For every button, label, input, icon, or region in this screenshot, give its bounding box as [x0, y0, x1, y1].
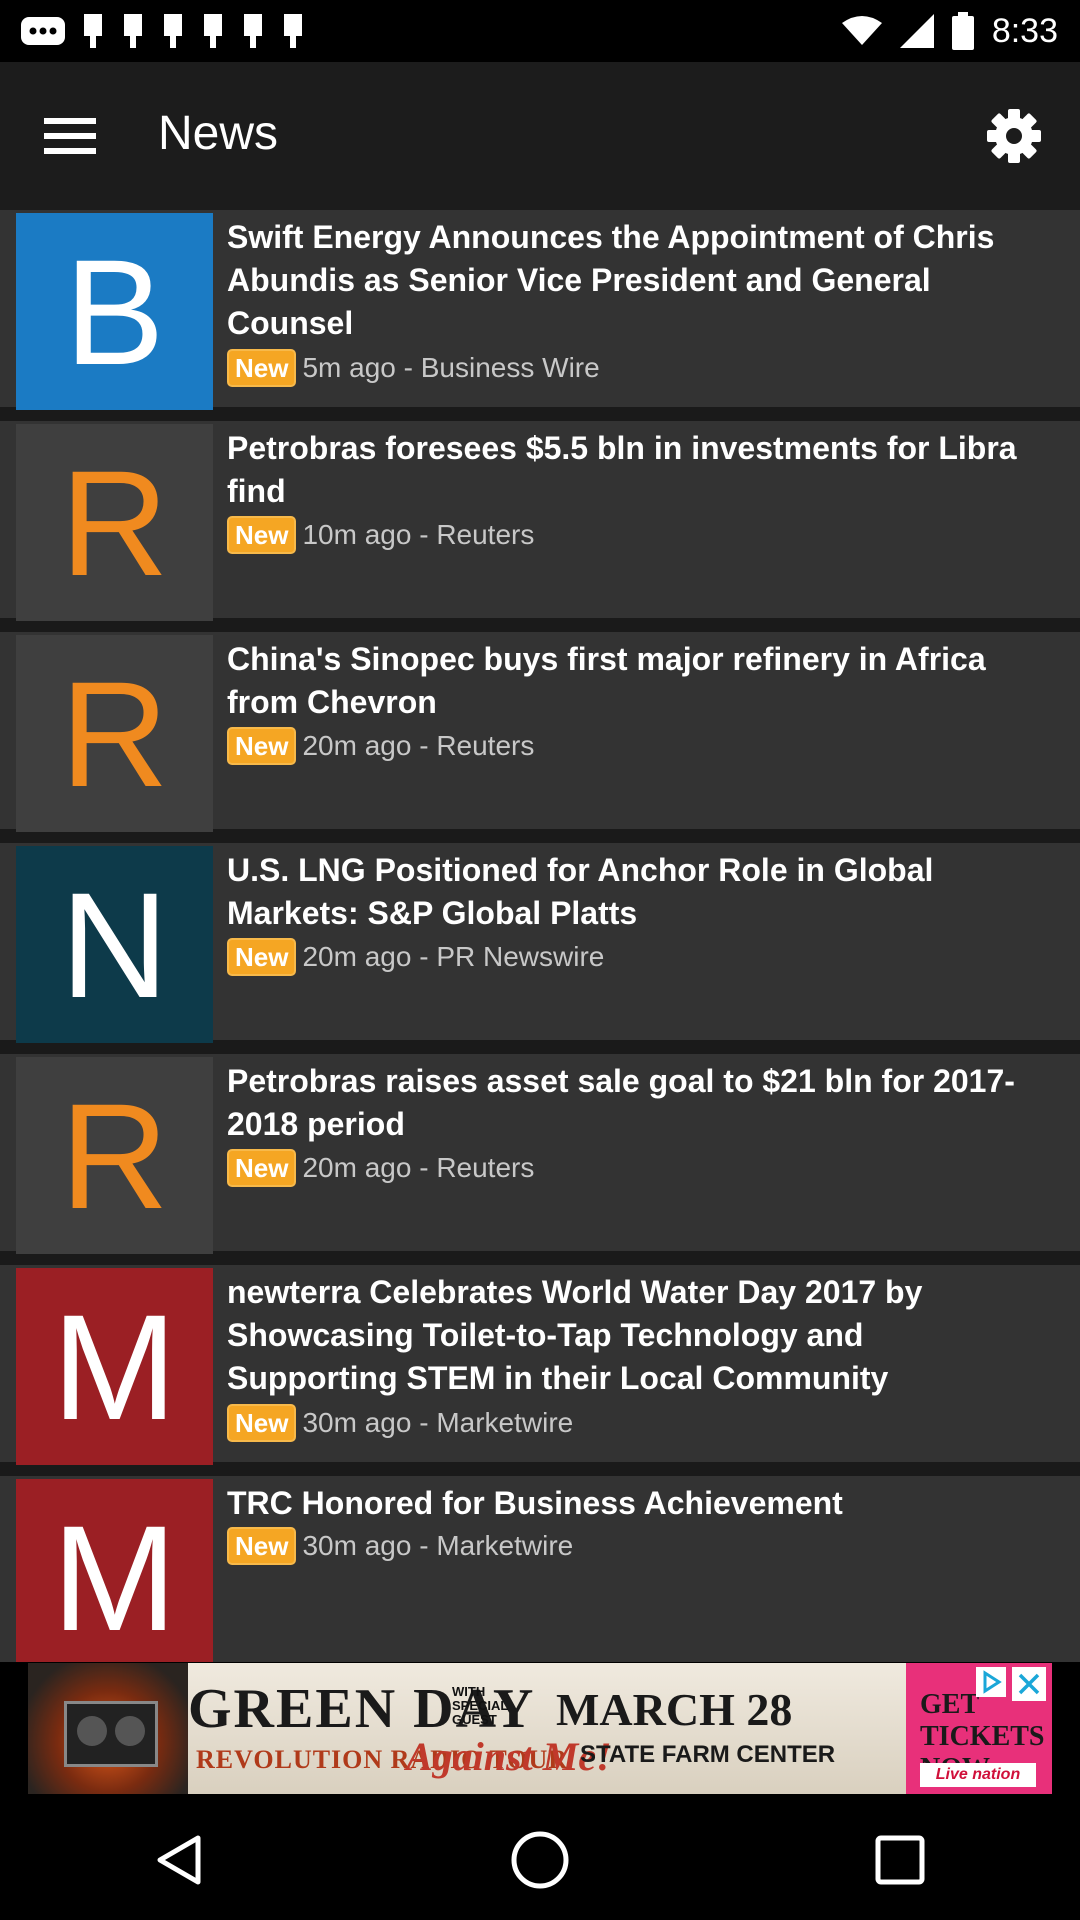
news-headline[interactable]: Petrobras foresees $5.5 bln in investmen… — [227, 427, 1057, 513]
news-item[interactable]: R Petrobras raises asset sale goal to $2… — [0, 1054, 1080, 1254]
news-headline[interactable]: China's Sinopec buys first major refiner… — [227, 638, 1057, 724]
news-meta: 20m ago - Reuters — [302, 730, 535, 761]
news-item[interactable]: R Petrobras foresees $5.5 bln in investm… — [0, 421, 1080, 621]
source-letter: B — [64, 227, 165, 396]
wifi-icon — [841, 16, 882, 45]
new-badge: New — [227, 516, 297, 554]
page-title: News — [158, 107, 279, 160]
adchoices-icon[interactable] — [976, 1667, 1006, 1697]
notification-icon — [244, 14, 262, 48]
news-headline[interactable]: U.S. LNG Positioned for Anchor Role in G… — [227, 849, 1057, 935]
recents-square-icon — [875, 1835, 925, 1885]
source-letter: R — [60, 1071, 169, 1240]
ad-guest-line: WITH SPECIAL GUEST — [452, 1684, 509, 1727]
ad-brand-logo: Live nation — [920, 1763, 1036, 1787]
news-headline[interactable]: Swift Energy Announces the Appointment o… — [227, 216, 1057, 345]
source-tile: B — [16, 213, 213, 410]
news-item[interactable]: B Swift Energy Announces the Appointment… — [0, 210, 1080, 410]
ad-date: MARCH 28 — [556, 1684, 793, 1735]
back-button[interactable] — [140, 1820, 220, 1900]
new-badge: New — [227, 1527, 297, 1565]
new-badge: New — [227, 349, 297, 387]
notification-icon — [204, 14, 222, 48]
notification-icon — [124, 14, 142, 48]
source-tile: R — [16, 424, 213, 621]
status-time: 8:33 — [991, 11, 1058, 50]
menu-button[interactable] — [40, 109, 104, 163]
gear-icon — [987, 109, 1041, 163]
recents-button[interactable] — [860, 1820, 940, 1900]
home-button[interactable] — [500, 1820, 580, 1900]
news-meta: 20m ago - Reuters — [302, 1152, 535, 1183]
new-badge: New — [227, 938, 297, 976]
news-headline[interactable]: TRC Honored for Business Achievement — [227, 1482, 1057, 1525]
source-letter: M — [52, 1493, 177, 1662]
signal-icon — [899, 14, 934, 48]
system-nav-bar — [0, 1800, 1080, 1920]
news-meta: 30m ago - Marketwire — [302, 1530, 574, 1561]
source-tile: R — [16, 635, 213, 832]
news-item[interactable]: M TRC Honored for Business Achievement N… — [0, 1476, 1080, 1662]
settings-button[interactable] — [986, 108, 1042, 164]
notification-icon — [164, 14, 182, 48]
ad-banner[interactable]: GREEN DAY WITH SPECIAL GUEST REVOLUTION … — [28, 1663, 1052, 1794]
home-circle-icon — [511, 1831, 569, 1889]
battery-icon — [951, 12, 974, 50]
boombox-image — [28, 1663, 188, 1794]
source-tile: R — [16, 1057, 213, 1254]
back-triangle-icon — [157, 1835, 201, 1885]
ad-close-icon[interactable] — [1012, 1667, 1046, 1701]
status-notification-icons — [0, 14, 842, 48]
ad-venue: STATE FARM CENTER — [580, 1741, 836, 1768]
new-badge: New — [227, 727, 297, 765]
news-list[interactable]: B Swift Energy Announces the Appointment… — [0, 210, 1080, 1662]
news-meta: 5m ago - Business Wire — [302, 352, 600, 383]
news-headline[interactable]: newterra Celebrates World Water Day 2017… — [227, 1271, 987, 1400]
news-meta: 20m ago - PR Newswire — [302, 941, 605, 972]
status-bar: 8:33 — [0, 0, 1080, 62]
news-meta: 30m ago - Marketwire — [302, 1407, 574, 1438]
new-badge: New — [227, 1404, 297, 1442]
messages-icon — [21, 17, 65, 45]
news-meta: 10m ago - Reuters — [302, 519, 535, 550]
source-letter: M — [52, 1282, 177, 1451]
app-bar: News — [0, 62, 1080, 210]
source-tile: M — [16, 1479, 213, 1662]
notification-icon — [84, 14, 102, 48]
source-letter: R — [60, 649, 169, 818]
hamburger-menu-icon — [44, 118, 96, 154]
source-tile: M — [16, 1268, 213, 1465]
news-headline[interactable]: Petrobras raises asset sale goal to $21 … — [227, 1060, 1057, 1146]
new-badge: New — [227, 1149, 297, 1187]
source-tile: N — [16, 846, 213, 1043]
news-item[interactable]: N U.S. LNG Positioned for Anchor Role in… — [0, 843, 1080, 1043]
source-letter: N — [60, 860, 169, 1029]
news-item[interactable]: M newterra Celebrates World Water Day 20… — [0, 1265, 1080, 1465]
notification-icon — [284, 14, 302, 48]
source-letter: R — [60, 438, 169, 607]
news-item[interactable]: R China's Sinopec buys first major refin… — [0, 632, 1080, 832]
